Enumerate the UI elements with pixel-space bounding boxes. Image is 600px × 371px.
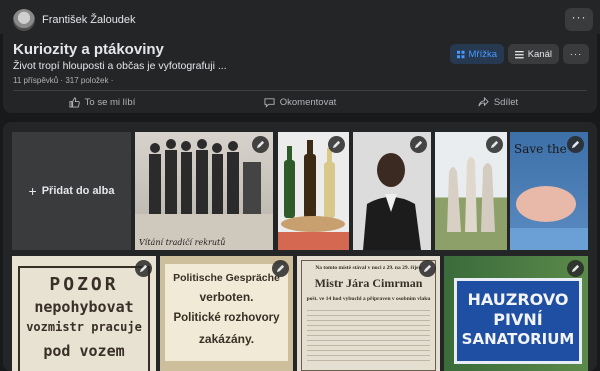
plus-icon: + xyxy=(28,183,37,199)
sign-line: Mistr Jára Cimrman xyxy=(314,276,423,290)
grid-icon xyxy=(457,50,465,58)
photo-pozor-sign[interactable]: POZOR nepohybovat vozmistr pracuje pod v… xyxy=(12,256,156,371)
channel-view-label: Kanál xyxy=(527,48,552,60)
pencil-icon xyxy=(490,140,499,149)
sign-line: HAUZROVO xyxy=(467,290,569,309)
comment-icon xyxy=(264,97,275,108)
photo-soldiers[interactable]: Vítání tradičí rekrutů xyxy=(135,132,273,250)
pencil-icon xyxy=(571,264,580,273)
soldiers-illustration xyxy=(135,139,273,250)
grid-view-button[interactable]: Mřížka xyxy=(450,44,504,64)
photo-bottles[interactable] xyxy=(278,132,349,250)
sign-line: verboten. xyxy=(199,290,254,304)
album-meta: 11 příspěvků · 317 položek · xyxy=(13,76,114,85)
pencil-icon xyxy=(423,264,432,273)
photo-politics-sign[interactable]: Politische Gespräche verboten. Politické… xyxy=(160,256,293,371)
album-title: Kuriozity a ptákoviny xyxy=(13,41,164,58)
edit-photo-button[interactable] xyxy=(252,136,269,153)
pencil-icon xyxy=(256,140,265,149)
add-to-album-label: Přidat do alba xyxy=(41,185,115,197)
sign-line: PIVNÍ xyxy=(493,310,543,329)
like-button[interactable]: To se mi líbí xyxy=(3,91,201,113)
photo-hauzrovo-sign[interactable]: HAUZROVO PIVNÍ SANATORIUM xyxy=(444,256,588,371)
edit-photo-button[interactable] xyxy=(486,136,503,153)
pencil-icon xyxy=(139,264,148,273)
album-header: Kuriozity a ptákoviny Život tropí hloupo… xyxy=(3,34,597,113)
photo-grid: + Přidat do alba Vítání tradičí rekrutů xyxy=(3,122,597,371)
pencil-icon xyxy=(332,140,341,149)
sign-line: Politické rozhovory xyxy=(173,312,280,324)
sign-line: nepohybovat xyxy=(34,298,134,316)
photo-hands-statue[interactable] xyxy=(435,132,507,250)
album-more-button[interactable]: ··· xyxy=(563,44,589,64)
sign-line: POZOR xyxy=(49,274,119,295)
sign-line: pod vozem xyxy=(43,342,125,360)
sign-line: SANATORIUM xyxy=(461,330,575,348)
more-options-button[interactable]: ··· xyxy=(565,8,593,31)
share-label: Sdílet xyxy=(493,96,519,108)
pencil-icon xyxy=(571,140,580,149)
comment-button[interactable]: Okomentovat xyxy=(201,91,399,113)
pencil-icon xyxy=(276,264,285,273)
share-button[interactable]: Sdílet xyxy=(399,91,597,113)
edit-photo-button[interactable] xyxy=(410,136,427,153)
add-to-album-button[interactable]: + Přidat do alba xyxy=(12,132,131,250)
thumbs-up-icon xyxy=(69,96,80,108)
edit-photo-button[interactable] xyxy=(567,260,584,277)
edit-photo-button[interactable] xyxy=(419,260,436,277)
photo-portrait[interactable] xyxy=(353,132,431,250)
soldiers-caption: Vítání tradičí rekrutů xyxy=(139,238,226,247)
sign-line: vozmistr pracuje xyxy=(26,320,142,334)
like-label: To se mi líbí xyxy=(84,96,136,108)
sign-line: pošt. ve 14 hod vybuchl a připraven v os… xyxy=(306,296,431,302)
author-name[interactable]: František Žaloudek xyxy=(42,14,136,26)
album-description: Život tropí hlouposti a občas je vyfotog… xyxy=(13,60,227,72)
author-bar: František Žaloudek ··· xyxy=(0,0,600,34)
edit-photo-button[interactable] xyxy=(272,260,289,277)
avatar[interactable] xyxy=(13,9,35,31)
edit-photo-button[interactable] xyxy=(328,136,345,153)
channel-view-button[interactable]: Kanál xyxy=(508,44,559,64)
save-the-text: Save the xyxy=(514,142,567,156)
comment-label: Okomentovat xyxy=(279,96,337,108)
grid-view-label: Mřížka xyxy=(468,48,498,60)
photo-cimrman-plaque[interactable]: Na tomto místě stával v noci z 29. na 29… xyxy=(297,256,440,371)
list-icon xyxy=(515,50,524,58)
share-icon xyxy=(478,96,489,106)
sign-line: zakázány. xyxy=(198,332,255,346)
edit-photo-button[interactable] xyxy=(135,260,152,277)
action-bar: To se mi líbí Okomentovat Sdílet xyxy=(3,91,597,113)
photo-save-the-poster[interactable]: Save the xyxy=(510,132,588,250)
pencil-icon xyxy=(414,140,423,149)
edit-photo-button[interactable] xyxy=(567,136,584,153)
